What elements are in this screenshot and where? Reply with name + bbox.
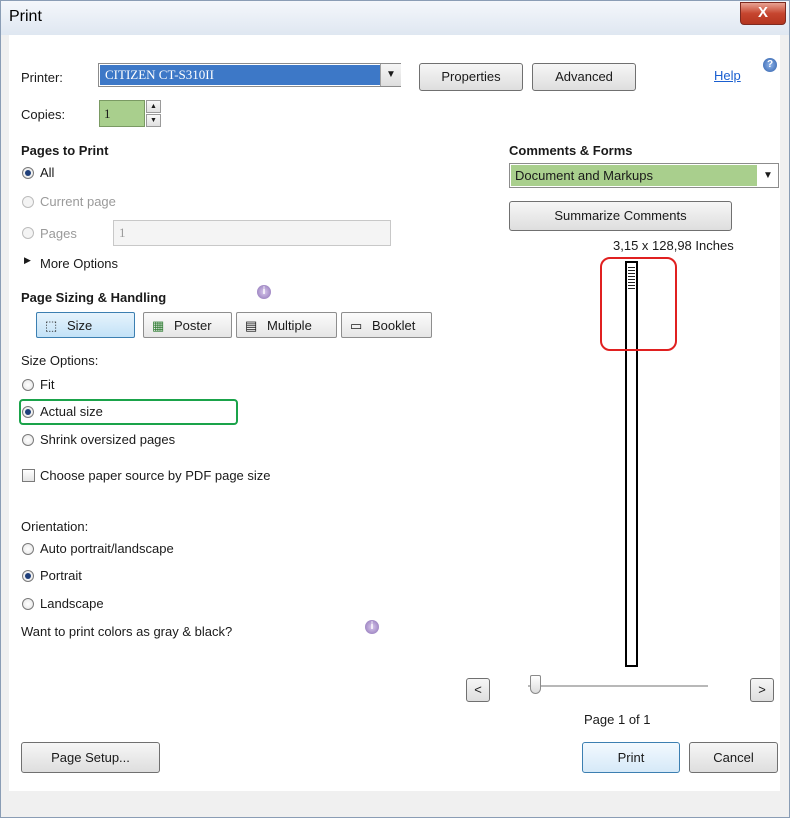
pages-to-print-heading: Pages to Print xyxy=(21,143,109,158)
auto-orientation-radio[interactable] xyxy=(22,543,34,555)
red-highlight-box xyxy=(600,257,677,351)
auto-orientation-label: Auto portrait/landscape xyxy=(40,541,174,556)
pages-range-radio[interactable] xyxy=(22,227,34,239)
pages-range-label: Pages xyxy=(40,226,77,241)
summarize-comments-button[interactable]: Summarize Comments xyxy=(509,201,732,231)
print-button[interactable]: Print xyxy=(582,742,680,773)
page-slider-thumb[interactable] xyxy=(530,675,541,694)
booklet-mode-label: Booklet xyxy=(372,318,416,333)
page-setup-button[interactable]: Page Setup... xyxy=(21,742,160,773)
paper-source-label: Choose paper source by PDF page size xyxy=(40,468,271,483)
page-slider-track[interactable] xyxy=(528,685,708,687)
poster-icon: ▦ xyxy=(152,318,165,333)
print-dialog: Print X Printer: CITIZEN CT-S310II ▼ Pro… xyxy=(0,0,790,818)
copies-value: 1 xyxy=(104,106,111,121)
size-mode-label: Size xyxy=(67,318,93,333)
portrait-radio[interactable] xyxy=(22,570,34,582)
portrait-label: Portrait xyxy=(40,568,82,583)
shrink-radio[interactable] xyxy=(22,434,34,446)
poster-mode-label: Poster xyxy=(174,318,212,333)
chevron-down-icon[interactable]: ▼ xyxy=(380,64,401,86)
copies-up-icon[interactable]: ▲ xyxy=(146,100,161,113)
actual-size-radio[interactable] xyxy=(22,406,34,418)
chevron-down-icon[interactable]: ▼ xyxy=(758,164,778,187)
info-icon[interactable]: i xyxy=(257,285,271,299)
booklet-mode-button[interactable]: ▭ Booklet xyxy=(341,312,432,338)
fit-radio[interactable] xyxy=(22,379,34,391)
comments-forms-value: Document and Markups xyxy=(515,168,654,183)
paper-source-checkbox[interactable] xyxy=(22,469,35,482)
page-sizing-heading: Page Sizing & Handling xyxy=(21,290,167,305)
fit-label: Fit xyxy=(40,377,55,392)
window-title: Print xyxy=(9,8,42,25)
cancel-button[interactable]: Cancel xyxy=(689,742,778,773)
advanced-button[interactable]: Advanced xyxy=(532,63,636,91)
page-dimensions: 3,15 x 128,98 Inches xyxy=(613,238,734,253)
next-page-button[interactable]: > xyxy=(750,678,774,702)
pages-range-input[interactable]: 1 xyxy=(113,220,391,246)
multiple-mode-label: Multiple xyxy=(267,318,312,333)
comments-forms-select[interactable]: Document and Markups ▼ xyxy=(509,163,779,188)
landscape-label: Landscape xyxy=(40,596,104,611)
current-page-label: Current page xyxy=(40,194,116,209)
copies-input[interactable]: 1 xyxy=(99,100,145,127)
close-button[interactable]: X xyxy=(740,2,786,25)
copies-down-icon[interactable]: ▼ xyxy=(146,114,161,127)
pages-range-value: 1 xyxy=(119,225,126,240)
multiple-mode-button[interactable]: ▤ Multiple xyxy=(236,312,337,338)
copies-label: Copies: xyxy=(21,107,66,122)
orientation-label: Orientation: xyxy=(21,519,89,534)
size-icon: ⬚ xyxy=(45,318,58,333)
gray-print-label: Want to print colors as gray & black? xyxy=(21,624,233,639)
help-icon[interactable]: ? xyxy=(763,58,777,72)
all-pages-radio[interactable] xyxy=(22,167,34,179)
current-page-radio[interactable] xyxy=(22,196,34,208)
landscape-radio[interactable] xyxy=(22,598,34,610)
printer-name: CITIZEN CT-S310II xyxy=(105,67,214,82)
shrink-label: Shrink oversized pages xyxy=(40,432,176,447)
properties-button[interactable]: Properties xyxy=(419,63,523,91)
comments-forms-heading: Comments & Forms xyxy=(509,143,633,158)
help-link[interactable]: Help xyxy=(714,68,741,83)
page-indicator: Page 1 of 1 xyxy=(584,712,651,727)
printer-label: Printer: xyxy=(21,70,63,85)
expand-triangle-icon[interactable]: ▶ xyxy=(24,255,31,266)
printer-select[interactable]: CITIZEN CT-S310II ▼ xyxy=(98,63,401,87)
more-options-link[interactable]: More Options xyxy=(40,256,118,271)
previous-page-button[interactable]: < xyxy=(466,678,490,702)
multiple-pages-icon: ▤ xyxy=(245,318,258,333)
all-pages-label: All xyxy=(40,165,55,180)
poster-mode-button[interactable]: ▦ Poster xyxy=(143,312,232,338)
gray-info-icon[interactable]: i xyxy=(365,620,379,634)
booklet-icon: ▭ xyxy=(350,318,363,333)
size-options-label: Size Options: xyxy=(21,353,99,368)
actual-size-label: Actual size xyxy=(40,404,103,419)
title-bar: Print X xyxy=(1,1,789,35)
size-mode-button[interactable]: ⬚ Size xyxy=(36,312,135,338)
dialog-body: Printer: CITIZEN CT-S310II ▼ Properties … xyxy=(9,35,780,791)
